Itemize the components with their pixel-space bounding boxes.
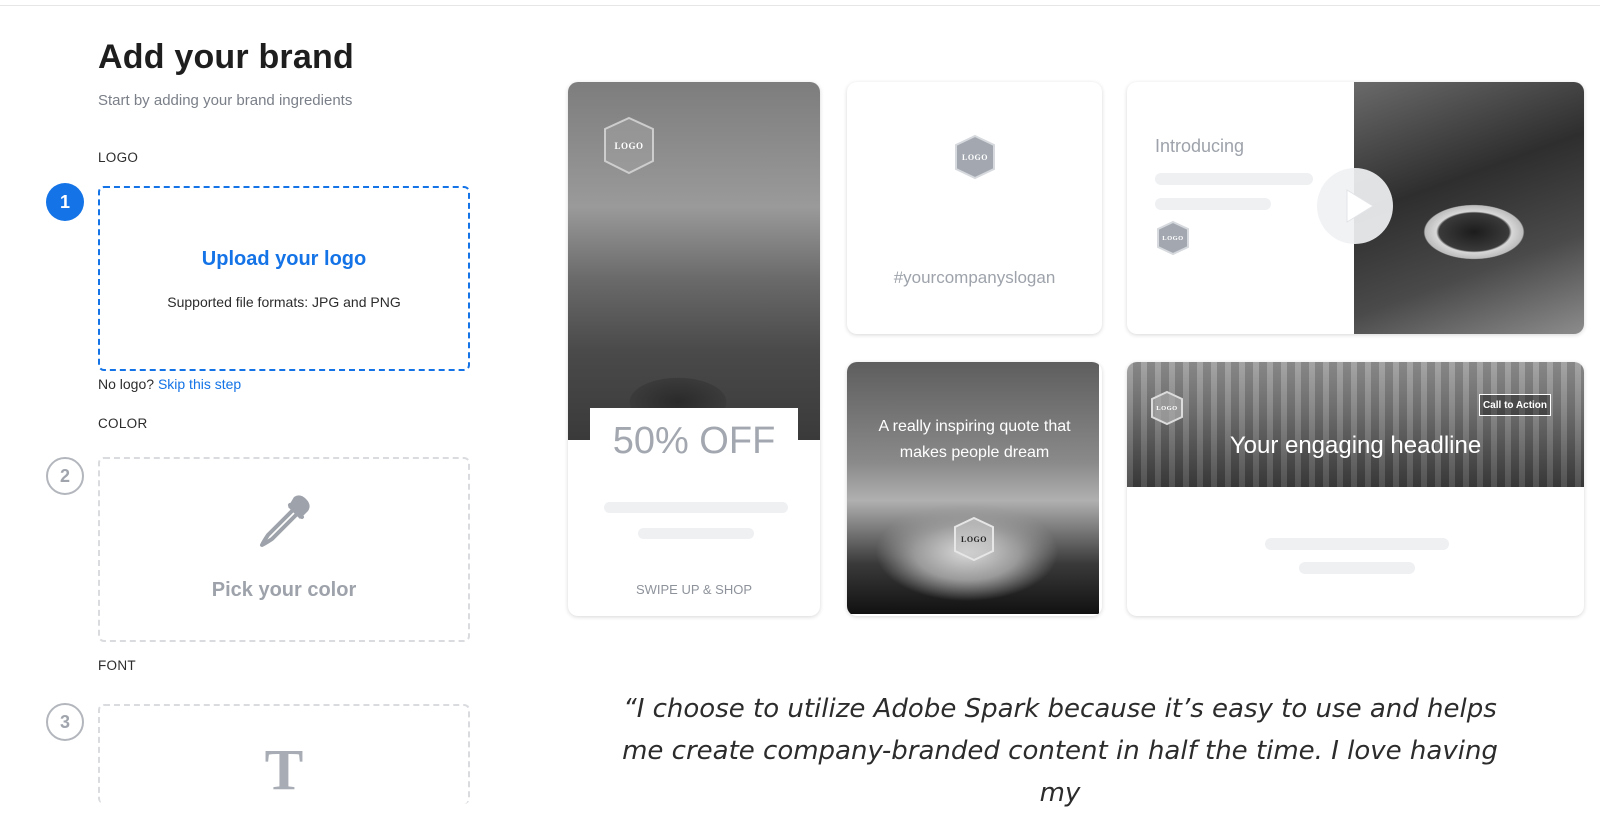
city-skyline-photo	[1127, 362, 1584, 487]
text-placeholder-bar	[1155, 198, 1271, 210]
testimonial-quote: “I choose to utilize Adobe Spark because…	[622, 694, 1498, 808]
step-1-indicator: 1	[46, 183, 84, 221]
engaging-headline: Your engaging headline	[1229, 432, 1482, 459]
mountain-photo	[847, 362, 1099, 614]
font-picker-dropzone[interactable]: T	[98, 704, 470, 804]
top-divider	[0, 5, 1600, 6]
quote-preview-card: A really inspiring quote that makes peop…	[847, 362, 1102, 616]
swipe-up-text: SWIPE UP & SHOP	[635, 582, 753, 597]
step-3-indicator: 3	[46, 703, 84, 741]
headline-preview-card: LOGO Call to Action Your engaging headli…	[1127, 362, 1584, 616]
video-preview-card: Introducing LOGO	[1127, 82, 1584, 334]
call-to-action-button: Call to Action	[1479, 394, 1551, 416]
skip-step-link[interactable]: Skip this step	[158, 376, 241, 392]
page-subtitle: Start by adding your brand ingredients	[98, 92, 353, 109]
introducing-label: Introducing	[1155, 136, 1245, 156]
font-section-label: FONT	[98, 658, 136, 673]
quote-text: A really inspiring quote that makes peop…	[878, 418, 1071, 461]
logo-placeholder-icon: LOGO	[952, 134, 998, 180]
slogan-preview-card: LOGO #yourcompanyslogan	[847, 82, 1102, 334]
upload-logo-label[interactable]: Upload your logo	[100, 248, 468, 271]
pick-color-label: Pick your color	[211, 579, 357, 601]
color-section-label: COLOR	[98, 416, 148, 431]
promo-preview-card: LOGO 50% OFF SWIPE UP & SHOP	[568, 82, 820, 616]
no-logo-text: No logo?	[98, 376, 155, 392]
logo-placeholder-icon: LOGO	[1149, 390, 1185, 426]
logo-placeholder-icon: LOGO	[598, 115, 660, 177]
logo-placeholder-icon: LOGO	[1155, 220, 1191, 256]
logo-upload-dropzone[interactable]: Upload your logo Supported file formats:…	[98, 186, 470, 371]
eyedropper-icon	[260, 495, 310, 547]
logo-section-label: LOGO	[98, 150, 139, 165]
no-logo-line: No logo? Skip this step	[98, 376, 241, 392]
step-2-indicator: 2	[46, 457, 84, 495]
play-icon[interactable]	[1317, 168, 1393, 244]
supported-formats-note: Supported file formats: JPG and PNG	[167, 294, 401, 310]
text-placeholder-bar	[1155, 173, 1313, 185]
logo-placeholder-icon: LOGO	[951, 516, 997, 562]
page-title: Add your brand	[98, 38, 354, 76]
text-placeholder-bar	[1265, 538, 1449, 550]
text-placeholder-bar	[604, 502, 788, 513]
color-picker-dropzone[interactable]: Pick your color	[98, 457, 470, 642]
text-placeholder-bar	[1299, 562, 1415, 574]
discount-headline: 50% OFF	[612, 420, 776, 462]
font-icon: T	[264, 737, 304, 802]
slogan-text: #yourcompanyslogan	[893, 268, 1056, 287]
text-placeholder-bar	[638, 528, 754, 539]
